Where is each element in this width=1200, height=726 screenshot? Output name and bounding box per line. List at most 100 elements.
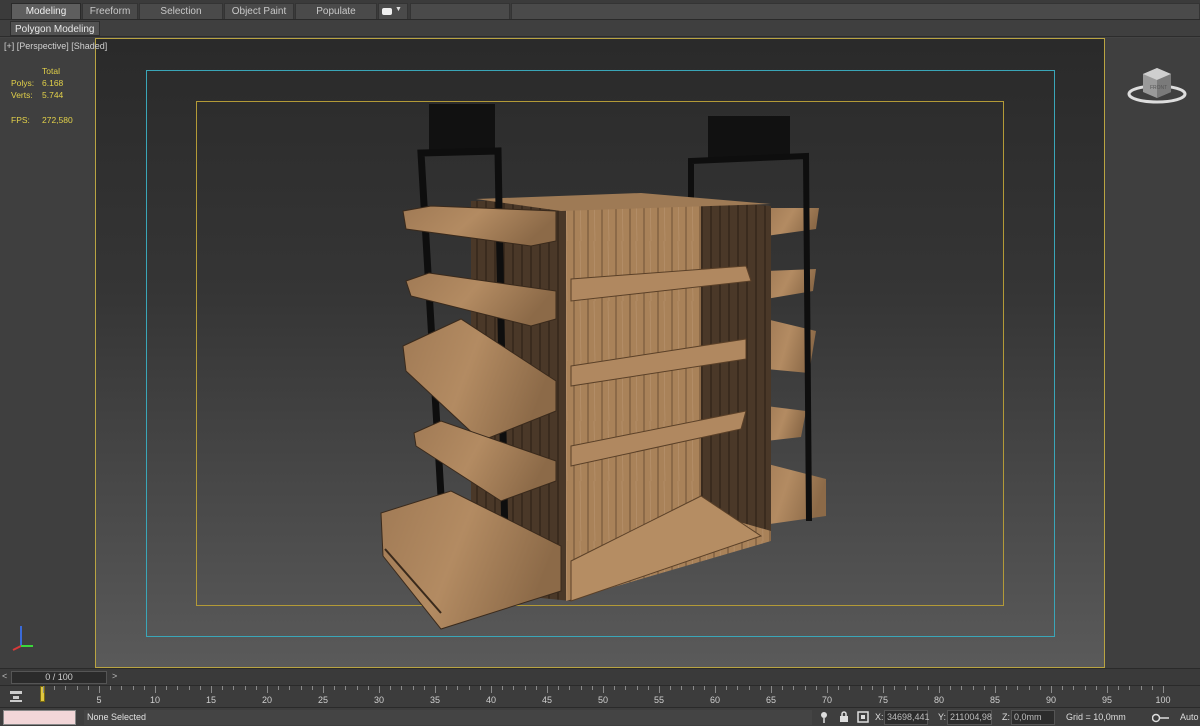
ruler-tick — [222, 686, 224, 690]
ruler-tick — [614, 686, 616, 690]
auto-key-button[interactable]: Auto — [1180, 712, 1199, 722]
ruler-tick — [1039, 686, 1041, 690]
y-label: Y: — [938, 712, 947, 722]
y-coordinate-field[interactable]: 211004,98 — [947, 710, 992, 725]
ruler-tick — [715, 686, 716, 693]
right-panel — [1105, 38, 1200, 668]
tab-selection[interactable]: Selection — [139, 3, 223, 19]
xyz-axis-icon — [9, 620, 39, 652]
viewcube[interactable]: FRONT — [1127, 62, 1187, 106]
ruler-tick — [625, 686, 627, 690]
ruler-tick — [502, 686, 504, 690]
ruler-tick — [435, 686, 436, 693]
ruler-tick — [927, 686, 929, 690]
chevron-down-icon: ▼ — [395, 6, 402, 13]
ruler-tick — [815, 686, 817, 690]
track-bar[interactable]: 5 10 15 20 25 30 35 40 45 50 55 60 65 70 75 80 85 90 95 100 — [0, 685, 1200, 707]
ruler-tick — [457, 686, 459, 690]
ruler-tick — [838, 686, 840, 690]
ruler-tick — [233, 686, 235, 690]
ruler-tick — [737, 686, 739, 690]
transform-mode-icon[interactable] — [857, 711, 869, 723]
time-slider[interactable]: 0 / 100 — [11, 671, 107, 684]
ruler-tick-label: 5 — [96, 695, 102, 705]
ruler-tick-label: 60 — [709, 695, 721, 705]
viewport-label[interactable]: [+] [Perspective] [Shaded] — [4, 41, 107, 51]
ribbon-extra-button[interactable]: ▼ — [378, 3, 408, 19]
tab-freeform[interactable]: Freeform — [82, 3, 138, 19]
ruler-tick-label: 95 — [1101, 695, 1113, 705]
ruler-tick — [995, 686, 996, 693]
ruler-tick-label: 20 — [261, 695, 273, 705]
polygon-modeling-button[interactable]: Polygon Modeling — [10, 21, 100, 36]
track-ruler[interactable]: 5 10 15 20 25 30 35 40 45 50 55 60 65 70 75 80 85 90 95 100 — [40, 686, 1172, 708]
ruler-tick — [1073, 686, 1075, 690]
ruler-tick — [524, 686, 526, 690]
ruler-tick — [939, 686, 940, 693]
lock-icon[interactable] — [838, 711, 850, 723]
pin-icon[interactable] — [818, 711, 830, 723]
time-next-icon[interactable]: > — [112, 671, 117, 681]
perspective-viewport[interactable] — [95, 38, 1105, 668]
status-bar: None Selected X: 34698,441 Y: 211004,98 … — [0, 707, 1200, 726]
camera-icon — [382, 8, 392, 15]
ruler-tick — [255, 686, 257, 690]
key-icon[interactable] — [1151, 713, 1170, 723]
ruler-tick — [603, 686, 604, 693]
ruler-tick — [1107, 686, 1108, 693]
ruler-tick — [87, 686, 89, 690]
ruler-tick — [1095, 686, 1097, 690]
ruler-tick — [1151, 686, 1153, 690]
ruler-tick — [199, 686, 201, 690]
ruler-tick — [334, 686, 336, 690]
ruler-tick-label: 90 — [1045, 695, 1057, 705]
ruler-tick — [166, 686, 168, 690]
ruler-tick-label: 50 — [597, 695, 609, 705]
app-window: { "ribbon": { "tabs": [ {"label": "Model… — [0, 0, 1200, 726]
time-prev-icon[interactable]: < — [2, 671, 7, 681]
ruler-tick — [121, 686, 123, 690]
ruler-tick-label: 15 — [205, 695, 217, 705]
ruler-tick-label: 40 — [485, 695, 497, 705]
ruler-tick — [244, 686, 246, 690]
ruler-tick-label: 25 — [317, 695, 329, 705]
ruler-tick — [412, 686, 414, 690]
ruler-tick — [950, 686, 952, 690]
ruler-tick-label: 85 — [989, 695, 1001, 705]
x-coordinate-field[interactable]: 34698,441 — [884, 710, 930, 725]
ruler-tick — [423, 686, 425, 690]
verts-value: 5.744 — [42, 90, 64, 100]
ruler-tick — [1084, 686, 1086, 690]
ruler-tick — [1062, 686, 1064, 690]
ruler-tick — [143, 686, 145, 690]
time-slider-bar: < 0 / 100 > — [0, 668, 1200, 685]
ruler-tick — [1006, 686, 1008, 690]
ruler-tick — [883, 686, 884, 693]
ruler-tick-label: 35 — [429, 695, 441, 705]
ruler-tick — [591, 686, 593, 690]
ruler-tick — [513, 686, 515, 690]
ruler-tick — [748, 686, 750, 690]
ruler-tick — [379, 686, 380, 693]
ruler-tick — [132, 686, 134, 690]
z-coordinate-field[interactable]: 0,0mm — [1011, 710, 1055, 725]
track-filter-icon[interactable] — [9, 689, 23, 703]
ruler-tick — [860, 686, 862, 690]
tab-populate[interactable]: Populate — [295, 3, 377, 19]
ruler-tick — [1140, 686, 1142, 690]
ruler-tick — [491, 686, 492, 693]
ruler-tick — [636, 686, 638, 690]
ruler-tick — [1129, 686, 1131, 690]
ruler-tick — [804, 686, 806, 690]
ruler-tick — [547, 686, 548, 693]
shelving-model[interactable] — [96, 39, 1105, 668]
ruler-tick — [1163, 686, 1164, 693]
verts-label: Verts: — [11, 90, 33, 100]
tab-modeling[interactable]: Modeling — [11, 3, 81, 19]
tab-object-paint[interactable]: Object Paint — [224, 3, 294, 19]
maxscript-listener[interactable] — [3, 710, 76, 725]
ruler-tick-label: 75 — [877, 695, 889, 705]
ruler-tick — [659, 686, 660, 693]
polys-label: Polys: — [11, 78, 35, 88]
ribbon-empty-tab[interactable] — [410, 3, 510, 19]
